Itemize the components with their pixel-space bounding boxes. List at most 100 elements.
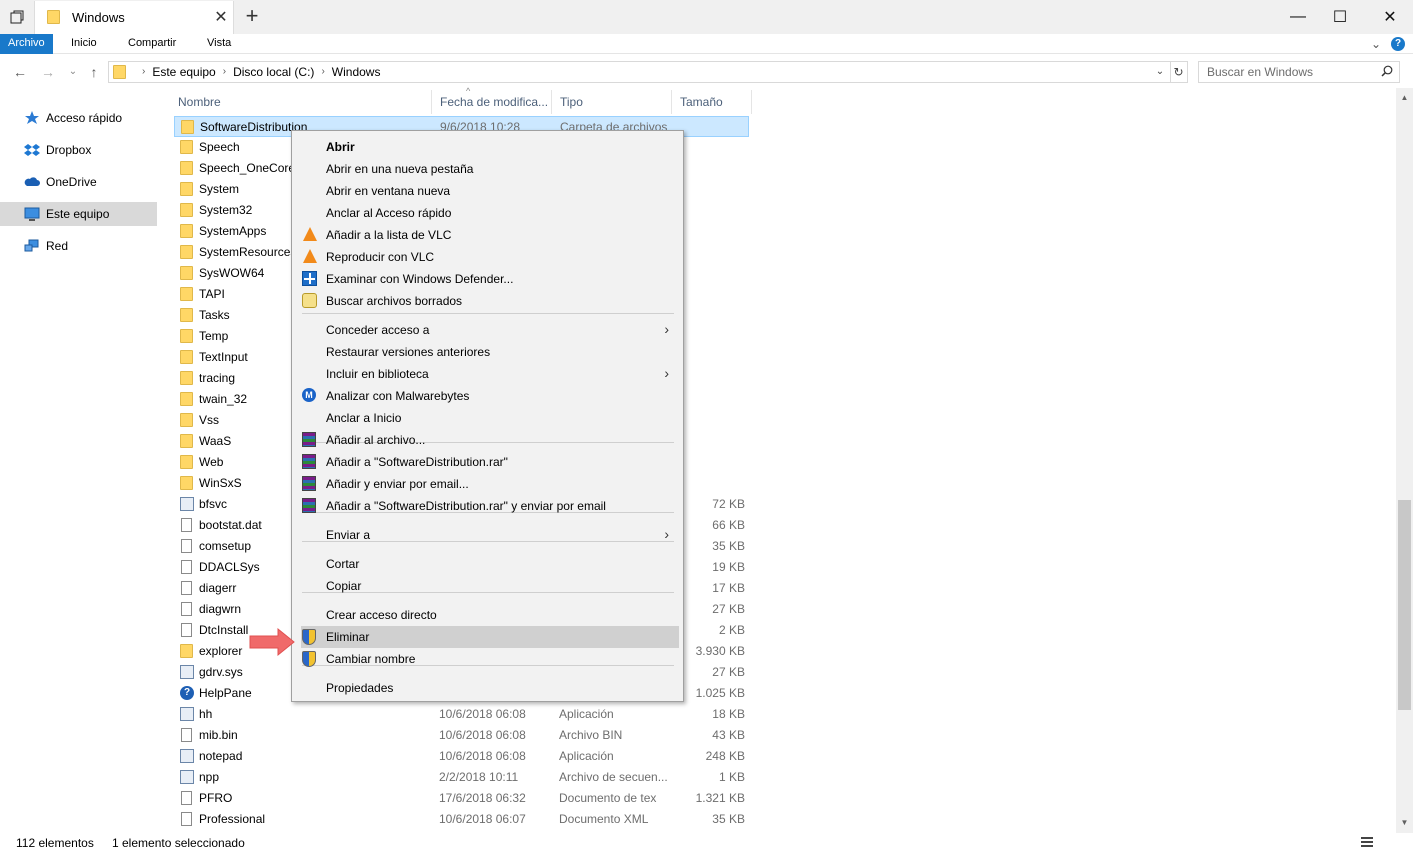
chevron-right-icon[interactable]: › [223,62,226,82]
expand-ribbon-icon[interactable]: ⌄ [1371,37,1381,51]
file-name: SystemResources [199,245,297,259]
menu-item-reproducir-con-vlc[interactable]: Reproducir con VLC [294,246,681,268]
back-button[interactable]: ← [9,62,31,82]
up-button[interactable]: ↑ [83,62,105,82]
help-icon[interactable]: ? [1391,37,1405,51]
forward-button[interactable]: → [37,62,59,82]
menu-item-label: Analizar con Malwarebytes [326,389,470,403]
tab-windows[interactable]: Windows ✕ [34,1,234,34]
menu-item-propiedades[interactable]: Propiedades [294,677,681,699]
sidebar-item-acceso-rapido[interactable]: Acceso rápido [0,106,157,130]
close-window-button[interactable]: ✕ [1367,0,1413,34]
refresh-button[interactable]: ↻ [1170,61,1188,83]
folder-icon [180,434,194,449]
column-header-fecha[interactable]: Fecha de modifica... [432,90,552,114]
file-name: Vss [199,413,220,427]
search-input[interactable]: Buscar en Windows [1198,61,1400,83]
menu-item-anadir-al-archivo[interactable]: Añadir al archivo... [294,429,681,451]
file-type: Aplicación [559,707,614,721]
tab-inicio[interactable]: Inicio [61,34,107,54]
menu-item-cambiar-nombre[interactable]: Cambiar nombre [294,648,681,670]
menu-item-anadir-a-softwaredistribution-rar[interactable]: Añadir a "SoftwareDistribution.rar" [294,451,681,473]
menu-item-cortar[interactable]: Cortar [294,553,681,575]
sidebar-item-dropbox[interactable]: Dropbox [0,138,157,162]
menu-item-anadir-a-softwaredistribution-rar-y-enviar-por-email[interactable]: Añadir a "SoftwareDistribution.rar" y en… [294,495,681,517]
maximize-button[interactable]: ☐ [1317,0,1363,34]
chevron-right-icon[interactable]: › [321,62,324,82]
address-bar[interactable]: › Este equipo › Disco local (C:) › Windo… [108,61,1171,83]
menu-item-anclar-al-acceso-rapido[interactable]: Anclar al Acceso rápido [294,202,681,224]
menu-item-conceder-acceso-a[interactable]: Conceder acceso a › [294,319,681,341]
table-row[interactable]: mib.bin 10/6/2018 06:08 Archivo BIN 43 KB [174,725,749,746]
sidebar-item-label: Red [46,239,69,253]
help-icon: ? [180,686,194,701]
menu-item-incluir-en-biblioteca[interactable]: Incluir en biblioteca › [294,363,681,385]
recent-locations-button[interactable]: ⌄ [62,62,84,82]
scroll-up-icon[interactable]: ▲ [1396,90,1413,106]
menu-item-abrir-en-ventana-nueva[interactable]: Abrir en ventana nueva [294,180,681,202]
context-menu: Abrir Abrir en una nueva pestaña Abrir en … [291,130,684,702]
menu-item-enviar-a[interactable]: Enviar a › [294,524,681,546]
document-icon [180,791,194,806]
column-header-tamano[interactable]: Tamaño [672,90,752,114]
chevron-down-icon[interactable]: ⌄ [1152,63,1168,81]
file-name: TextInput [199,350,248,364]
menu-item-analizar-con-malwarebytes[interactable]: M Analizar con Malwarebytes [294,385,681,407]
folder-icon [180,266,194,281]
table-row[interactable]: hh 10/6/2018 06:08 Aplicación 18 KB [174,704,749,725]
menu-item-anadir-a-la-lista-de-vlc[interactable]: Añadir a la lista de VLC [294,224,681,246]
menu-item-anclar-a-inicio[interactable]: Anclar a Inicio [294,407,681,429]
sidebar-item-onedrive[interactable]: OneDrive [0,170,157,194]
folder-icon [180,182,194,197]
menu-item-restaurar-versiones-anteriores[interactable]: Restaurar versiones anteriores [294,341,681,363]
column-header-tipo[interactable]: Tipo [552,90,672,114]
menu-item-crear-acceso-directo[interactable]: Crear acceso directo [294,604,681,626]
breadcrumb-windows[interactable]: Windows [332,62,381,82]
folder-icon [180,308,194,323]
application-icon [180,707,194,722]
file-name: gdrv.sys [199,665,243,679]
menu-item-label: Cambiar nombre [326,652,416,666]
menu-item-abrir-en-una-nueva-pestana[interactable]: Abrir en una nueva pestaña [294,158,681,180]
menu-item-label: Añadir y enviar por email... [326,477,469,491]
search-icon[interactable] [1381,65,1393,80]
file-size: 66 KB [712,518,745,532]
sidebar-item-label: Este equipo [46,207,110,221]
window-switcher-icon[interactable] [0,0,34,34]
file-size: 2 KB [718,623,745,637]
network-icon [24,238,40,254]
column-headers: ^ Nombre Fecha de modifica... Tipo Tamañ… [170,86,760,114]
menu-item-buscar-archivos-borrados[interactable]: Buscar archivos borrados [294,290,681,312]
tab-vista[interactable]: Vista [197,34,241,54]
close-tab-icon[interactable]: ✕ [211,7,231,27]
column-header-nombre[interactable]: Nombre [170,90,432,114]
menu-item-eliminar[interactable]: Eliminar [301,626,679,648]
file-size: 72 KB [712,497,745,511]
menu-item-label: Añadir a "SoftwareDistribution.rar" y en… [326,499,606,513]
recuva-icon [302,293,318,309]
file-size: 1.321 KB [695,791,745,805]
details-view-icon[interactable] [1360,835,1374,852]
new-tab-button[interactable]: + [240,3,264,29]
menu-item-anadir-y-enviar-por-email[interactable]: Añadir y enviar por email... [294,473,681,495]
sidebar-item-este-equipo[interactable]: Este equipo [0,202,157,226]
breadcrumb-este-equipo[interactable]: Este equipo [152,62,215,82]
menu-item-abrir[interactable]: Abrir [294,136,681,158]
table-row[interactable]: Professional 10/6/2018 06:07 Documento XML… [174,809,749,830]
menu-item-examinar-con-windows-defender[interactable]: Examinar con Windows Defender... [294,268,681,290]
menu-item-copiar[interactable]: Copiar [294,575,681,597]
tab-compartir[interactable]: Compartir [118,34,186,54]
scroll-down-icon[interactable]: ▼ [1396,815,1413,831]
table-row[interactable]: notepad 10/6/2018 06:08 Aplicación 248 KB [174,746,749,767]
uac-shield-icon [302,629,318,645]
menu-item-label: Cortar [326,557,360,571]
breadcrumb-disco-local[interactable]: Disco local (C:) [233,62,314,82]
vertical-scrollbar[interactable] [1396,88,1413,833]
table-row[interactable]: npp 2/2/2018 10:11 Archivo de secuen... 1 K… [174,767,749,788]
table-row[interactable]: PFRO 17/6/2018 06:32 Documento de tex 1.321… [174,788,749,809]
scrollbar-thumb[interactable] [1398,500,1411,710]
sidebar-item-red[interactable]: Red [0,234,157,258]
document-icon [180,812,194,827]
tab-archivo[interactable]: Archivo [0,34,53,54]
minimize-button[interactable]: — [1275,0,1321,34]
